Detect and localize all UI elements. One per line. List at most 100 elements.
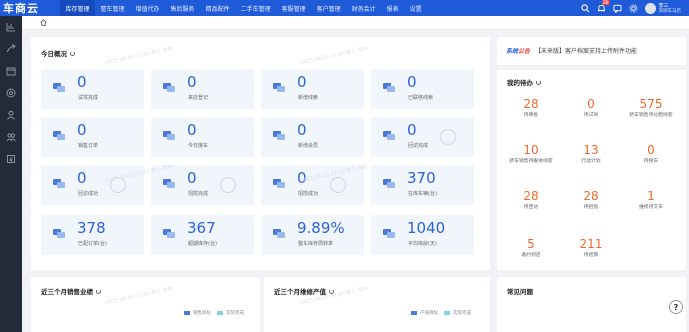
stat-label: 已联络线索 bbox=[408, 95, 434, 101]
stat-value: 367 bbox=[187, 219, 216, 237]
bell-icon[interactable]: 28 bbox=[594, 0, 610, 16]
todo-item[interactable]: 0 待接车 bbox=[620, 143, 682, 166]
repair-legend: 产值目标 实际完成 bbox=[411, 310, 471, 316]
stat-icon bbox=[53, 83, 65, 92]
stat-card[interactable]: 0 回访完成 bbox=[371, 117, 474, 157]
stat-label: 试驾完成 bbox=[78, 95, 99, 101]
stat-label: 在库车辆(台) bbox=[408, 191, 437, 197]
todo-item[interactable]: 1 维修待交车 bbox=[620, 189, 682, 212]
stat-card[interactable]: 0 回访成功 bbox=[41, 165, 144, 205]
repair-legend-actual: 实际完成 bbox=[453, 311, 471, 316]
system-notice-panel: 系统 公告 【未来版】客户档案支持上传附件功能 bbox=[497, 37, 686, 65]
sidebar-target-icon[interactable] bbox=[0, 82, 22, 104]
app-logo[interactable]: 车商云 bbox=[0, 0, 60, 16]
nav-item[interactable]: 库存管理 bbox=[60, 0, 96, 16]
sidebar-dashboard-icon[interactable] bbox=[0, 16, 22, 38]
todo-label: 待回访 bbox=[523, 205, 539, 210]
stat-card[interactable]: 0 新增线索 bbox=[261, 69, 364, 109]
system-notice[interactable]: 系统 公告 【未来版】客户档案支持上传附件功能 bbox=[506, 46, 637, 55]
stat-value: 0 bbox=[297, 73, 307, 91]
stat-card[interactable]: 0 试驾完成 bbox=[41, 69, 144, 109]
todo-label: 邀约到店 bbox=[521, 253, 541, 258]
stat-card[interactable]: 0 招揽完成 bbox=[151, 165, 254, 205]
sidebar-user-icon[interactable] bbox=[0, 104, 22, 126]
stat-card[interactable]: 0 今日接车 bbox=[151, 117, 254, 157]
nav-item[interactable]: 精品配件 bbox=[200, 0, 235, 16]
sales-legend-actual: 实际完成 bbox=[226, 311, 244, 316]
refresh-icon[interactable] bbox=[536, 79, 541, 85]
ring-icon bbox=[110, 177, 126, 193]
stat-label: 已配订单(台) bbox=[78, 241, 107, 247]
todo-item[interactable]: 28 待招揽 bbox=[560, 189, 622, 212]
todo-label: 待审批 bbox=[523, 113, 539, 118]
refresh-icon[interactable] bbox=[96, 288, 101, 294]
sales-title-text: 近三个月销售业绩 bbox=[41, 288, 93, 296]
stat-value: 0 bbox=[297, 121, 307, 139]
nav-item[interactable]: 整车管理 bbox=[95, 0, 130, 16]
stat-label: 超期库存(台) bbox=[188, 241, 217, 247]
stat-card[interactable]: 1040 平均库龄(天) bbox=[371, 215, 474, 255]
avatar[interactable] bbox=[644, 2, 656, 14]
sidebar-team-icon[interactable] bbox=[0, 126, 22, 148]
stat-card[interactable]: 0 招揽成功 bbox=[261, 165, 364, 205]
sales-panel: 近三个月销售业绩 销售目标 实际完成 bbox=[31, 277, 260, 332]
help-button[interactable]: ? bbox=[669, 300, 683, 314]
legend-swatch-target bbox=[411, 311, 417, 315]
todo-item[interactable]: 5 邀约到店 bbox=[500, 237, 562, 260]
sales-title: 近三个月销售业绩 bbox=[41, 286, 101, 296]
todo-label: 待接车 bbox=[643, 159, 659, 164]
stat-card[interactable]: 0 已联络线索 bbox=[371, 69, 474, 109]
sidebar-export-icon[interactable] bbox=[0, 148, 22, 170]
user-info[interactable]: 李三 深圳车马店 bbox=[659, 3, 682, 14]
todo-item[interactable]: 13 行动计划 bbox=[560, 143, 622, 166]
stat-card[interactable]: 367 超期库存(台) bbox=[151, 215, 254, 255]
stat-value: 0 bbox=[77, 73, 87, 91]
nav-item[interactable]: 售后服务 bbox=[165, 0, 200, 16]
todo-value: 28 bbox=[583, 189, 599, 203]
nav-item[interactable]: 客户管理 bbox=[311, 0, 346, 16]
todo-item[interactable]: 211 待结算 bbox=[560, 237, 622, 260]
todo-value: 0 bbox=[587, 97, 595, 111]
nav-item[interactable]: 设置 bbox=[404, 0, 427, 16]
stat-icon bbox=[163, 229, 175, 238]
stat-card[interactable]: 0 来店登记 bbox=[151, 69, 254, 109]
todo-value: 5 bbox=[527, 237, 535, 251]
sidebar-calendar-icon[interactable] bbox=[0, 60, 22, 82]
stat-label: 平均库龄(天) bbox=[408, 241, 437, 247]
todo-label: 待试驾 bbox=[583, 113, 599, 118]
sales-legend: 销售目标 实际完成 bbox=[184, 310, 244, 316]
stat-icon bbox=[273, 229, 285, 238]
todo-title-text: 我的待办 bbox=[507, 79, 533, 87]
todo-item[interactable]: 10 新车销售待跟进线索 bbox=[500, 143, 562, 166]
stat-icon bbox=[383, 83, 395, 92]
nav-item[interactable]: 报表 bbox=[381, 0, 404, 16]
nav-item[interactable]: 客服管理 bbox=[276, 0, 311, 16]
stat-card[interactable]: 0 新增会员 bbox=[261, 117, 364, 157]
today-overview-panel: 今日概况 0 试驾完成 0 来店登记 0 新增线索 0 已联络线索 0 销售订单 0 今日接车 0 新增会… bbox=[31, 37, 490, 270]
stat-icon bbox=[273, 83, 285, 92]
todo-item[interactable]: 575 新车销售待分配线索 bbox=[620, 97, 682, 120]
stat-card[interactable]: 378 已配订单(台) bbox=[41, 215, 144, 255]
home-icon[interactable] bbox=[40, 19, 47, 26]
nav-item[interactable]: 增值代办 bbox=[130, 0, 165, 16]
stat-card[interactable]: 370 在库车辆(台) bbox=[371, 165, 474, 205]
stat-card[interactable]: 0 销售订单 bbox=[41, 117, 144, 157]
user-shop: 深圳车马店 bbox=[658, 8, 682, 14]
settings-icon[interactable] bbox=[626, 0, 642, 16]
todo-item[interactable]: 0 待试驾 bbox=[560, 97, 622, 120]
todo-label: 行动计划 bbox=[581, 159, 601, 164]
nav-item[interactable]: 二手车管理 bbox=[235, 0, 276, 16]
sidebar-share-icon[interactable] bbox=[0, 38, 22, 60]
message-icon[interactable] bbox=[610, 0, 626, 16]
refresh-icon[interactable] bbox=[329, 288, 334, 294]
search-icon[interactable] bbox=[578, 0, 594, 16]
todo-item[interactable]: 28 待回访 bbox=[500, 189, 562, 212]
todo-label: 维修待交车 bbox=[639, 205, 663, 210]
stat-icon bbox=[53, 229, 65, 238]
stat-card[interactable]: 9.89% 整车库存周转率 bbox=[261, 215, 364, 255]
ring-icon bbox=[440, 129, 456, 145]
todo-item[interactable]: 28 待审批 bbox=[500, 97, 562, 120]
refresh-icon[interactable] bbox=[70, 50, 75, 56]
nav-item[interactable]: 财务会计 bbox=[346, 0, 381, 16]
sidebar bbox=[0, 16, 22, 332]
